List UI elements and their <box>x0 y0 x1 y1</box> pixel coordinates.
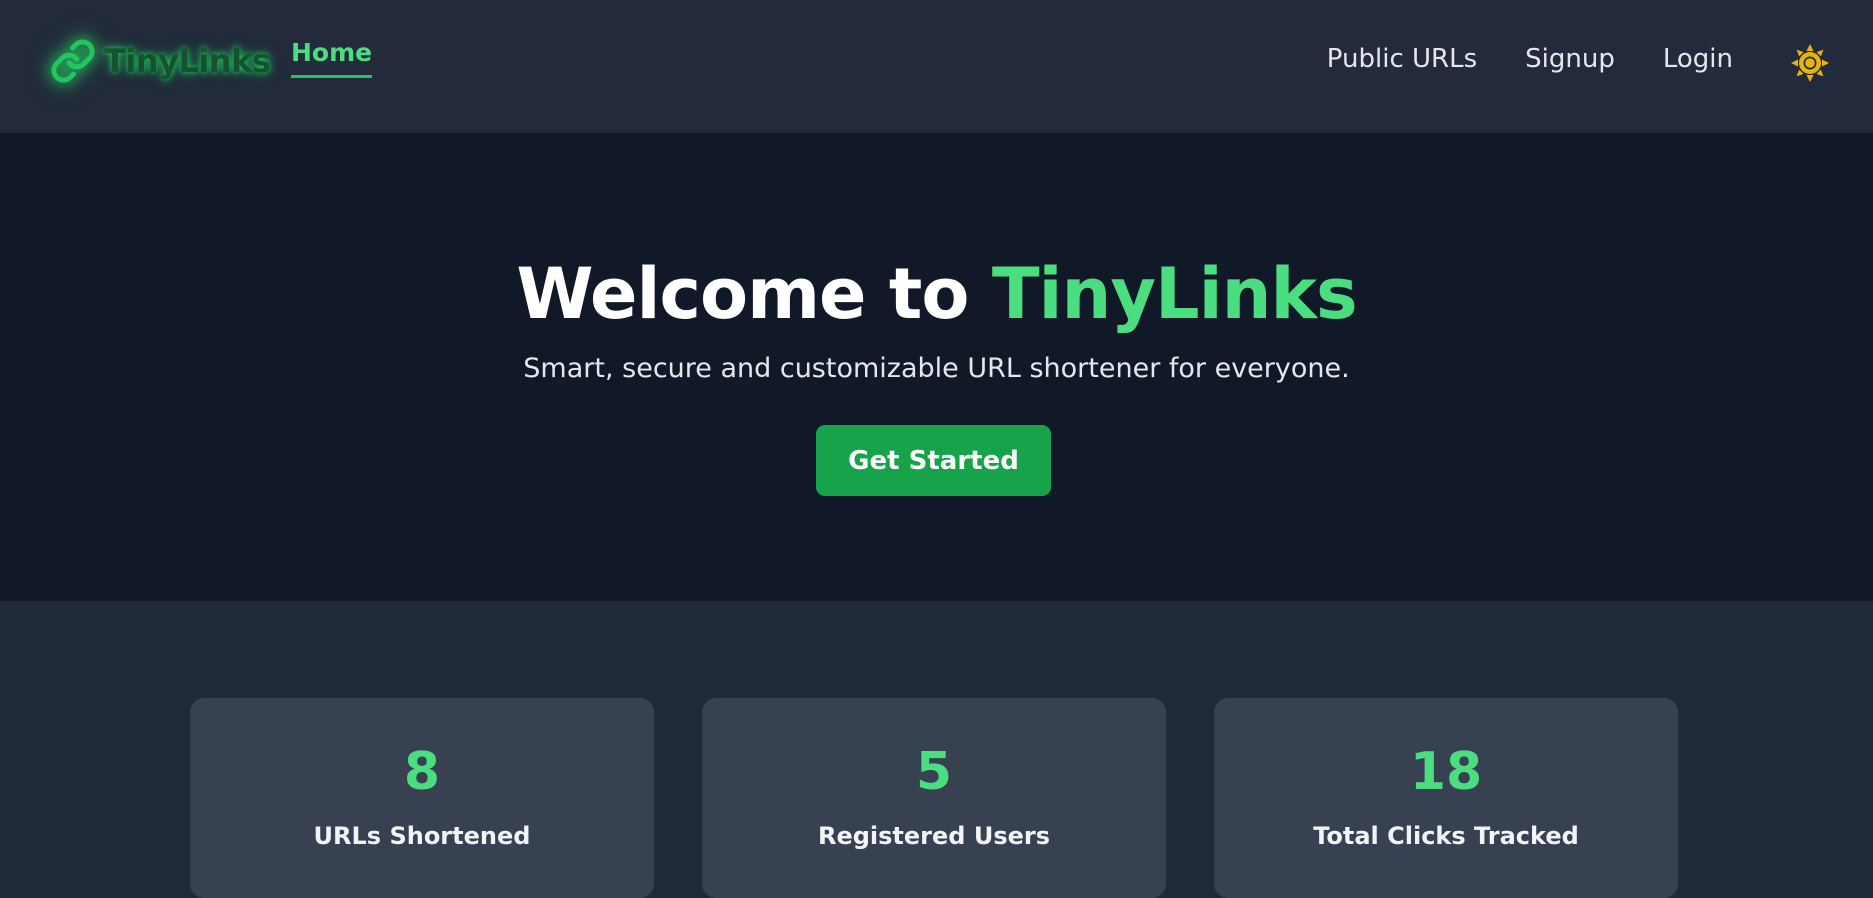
stat-label: URLs Shortened <box>313 822 531 850</box>
stat-value: 18 <box>1409 742 1483 802</box>
hero-title-brand: TinyLinks <box>991 253 1358 335</box>
link-icon <box>51 39 95 83</box>
stat-card-clicks: 18 Total Clicks Tracked <box>1214 698 1678 898</box>
stat-value: 8 <box>403 742 441 802</box>
nav-links: Public URLs Signup Login <box>1327 44 1733 74</box>
hero-subtitle: Smart, secure and customizable URL short… <box>523 353 1350 384</box>
nav-link-public-urls[interactable]: Public URLs <box>1327 44 1477 74</box>
stats-section: 8 URLs Shortened 5 Registered Users 18 T… <box>0 601 1873 898</box>
stat-card-users: 5 Registered Users <box>702 698 1166 898</box>
brand-logo-link[interactable]: TinyLinks <box>50 34 271 88</box>
sun-icon <box>1791 44 1829 82</box>
stat-value: 5 <box>915 742 953 802</box>
hero-title: Welcome to TinyLinks <box>0 253 1873 335</box>
hero-section: Welcome to TinyLinks Smart, secure and c… <box>0 133 1873 601</box>
brand-name: TinyLinks <box>104 42 271 80</box>
theme-toggle-button[interactable] <box>1790 43 1830 83</box>
hero-title-prefix: Welcome to <box>516 253 992 335</box>
nav-link-login[interactable]: Login <box>1663 44 1733 74</box>
stat-label: Registered Users <box>817 822 1051 850</box>
nav-link-home[interactable]: Home <box>291 38 373 78</box>
navbar: TinyLinks Home Public URLs Signup Login <box>0 0 1873 133</box>
stat-label: Total Clicks Tracked <box>1313 822 1579 850</box>
stat-card-urls: 8 URLs Shortened <box>190 698 654 898</box>
get-started-button[interactable]: Get Started <box>816 425 1051 496</box>
nav-link-signup[interactable]: Signup <box>1525 44 1615 74</box>
